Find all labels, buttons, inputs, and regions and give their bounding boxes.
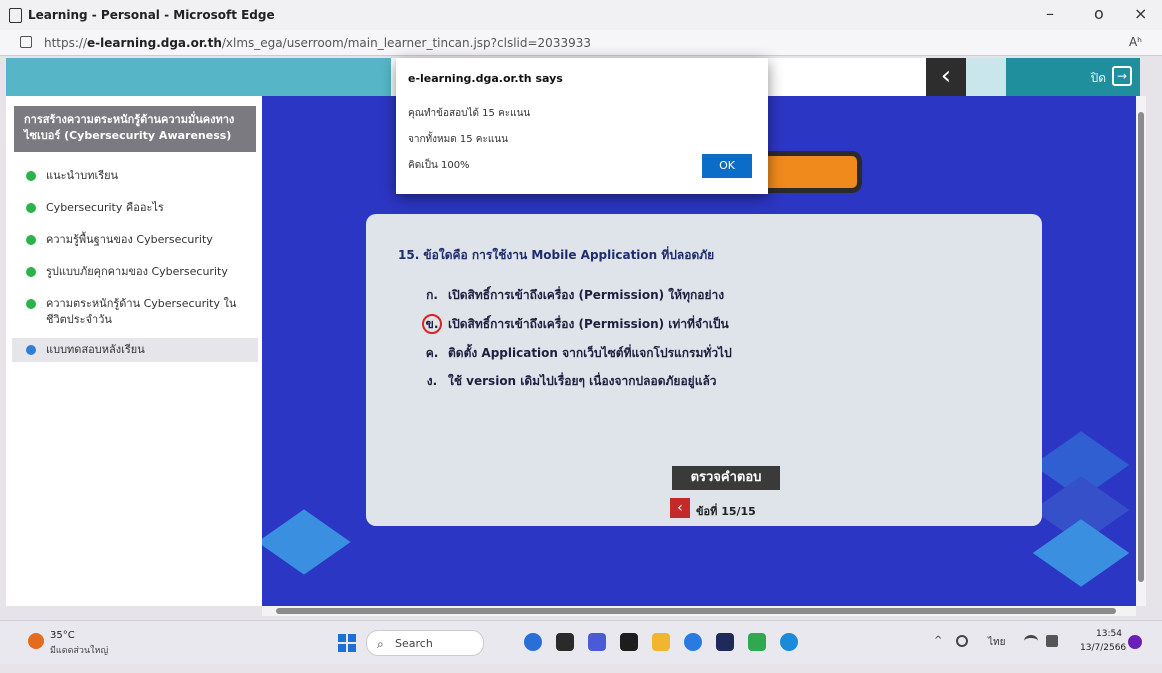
sidebar-item-basics[interactable]: ความรู้พื้นฐานของ Cybersecurity bbox=[12, 232, 258, 248]
minimize-button[interactable]: – bbox=[1046, 4, 1054, 23]
sidebar-item-label: ความตระหนักรู้ด้าน Cybersecurity ในชีวิต… bbox=[46, 297, 237, 326]
question-text: 15. ข้อใดคือ การใช้งาน Mobile Applicatio… bbox=[398, 248, 715, 262]
complete-status-dot bbox=[26, 299, 36, 309]
back-button[interactable]: ‹ bbox=[926, 58, 966, 96]
close-window-button[interactable]: × bbox=[1134, 4, 1147, 23]
answer-option-a[interactable]: ก. เปิดสิทธิ์การเข้าถึงเครื่อง (Permissio… bbox=[422, 286, 724, 305]
input-language[interactable]: ไทย bbox=[988, 635, 1005, 650]
notification-icon[interactable] bbox=[1128, 635, 1142, 649]
zoom-icon[interactable] bbox=[716, 633, 734, 651]
taskbar-search[interactable]: ⌕ Search bbox=[366, 630, 484, 656]
volume-icon[interactable] bbox=[1046, 635, 1058, 647]
widgets-icon[interactable] bbox=[620, 633, 638, 651]
course-title: การสร้างความตระหนักรู้ด้านความมั่นคงทางไ… bbox=[14, 106, 256, 152]
search-icon: ⌕ bbox=[377, 637, 384, 651]
taskbar: 35°C มีแดดส่วนใหญ่ ⌕ Search ^ ไทย 13:54 … bbox=[0, 620, 1162, 664]
exit-icon[interactable]: → bbox=[1112, 66, 1132, 86]
ok-button[interactable]: OK bbox=[702, 154, 752, 178]
window-title: Learning - Personal - Microsoft Edge bbox=[28, 8, 275, 22]
sidebar-item-label: แนะนำบทเรียน bbox=[46, 169, 119, 182]
address-bar[interactable]: https://e-learning.dga.or.th/xlms_ega/us… bbox=[0, 30, 1162, 56]
clock-date[interactable]: 13/7/2566 bbox=[1080, 643, 1126, 653]
wifi-icon[interactable] bbox=[1024, 635, 1038, 647]
header-actions: ปิด → bbox=[1006, 58, 1140, 96]
sidebar-item-post-test[interactable]: แบบทดสอบหลังเรียน bbox=[12, 338, 258, 362]
answer-option-d[interactable]: ง. ใช้ version เดิมไปเรื่อยๆ เนื่องจากปลอ… bbox=[422, 372, 717, 391]
percent-line: คิดเป็น 100% bbox=[408, 160, 470, 171]
clock-time[interactable]: 13:54 bbox=[1096, 629, 1122, 639]
read-aloud-icon[interactable]: Aʰ bbox=[1129, 35, 1142, 49]
decoration-tile bbox=[262, 509, 351, 575]
onedrive-icon[interactable] bbox=[684, 633, 702, 651]
sidebar-item-label: แบบทดสอบหลังเรียน bbox=[46, 343, 145, 356]
weather-description[interactable]: มีแดดส่วนใหญ่ bbox=[50, 643, 108, 657]
complete-status-dot bbox=[26, 267, 36, 277]
question-counter: ข้อที่ 15/15 bbox=[696, 505, 756, 518]
tray-overflow-icon[interactable]: ^ bbox=[934, 635, 942, 646]
dialog-title: e-learning.dga.or.th says bbox=[408, 72, 563, 85]
selected-answer-mark: ข. bbox=[422, 314, 442, 334]
decoration-stack bbox=[1032, 519, 1130, 587]
url-text[interactable]: https://e-learning.dga.or.th/xlms_ega/us… bbox=[44, 36, 591, 50]
dialog-message: คุณทำข้อสอบได้ 15 คะแนน จากทั้งหมด 15 คะ… bbox=[408, 94, 530, 185]
complete-status-dot bbox=[26, 203, 36, 213]
maximize-button[interactable]: o bbox=[1094, 4, 1104, 23]
close-course-label[interactable]: ปิด bbox=[1091, 69, 1106, 88]
weather-temperature[interactable]: 35°C bbox=[50, 630, 75, 641]
total-line: จากทั้งหมด 15 คะแนน bbox=[408, 134, 508, 145]
window-titlebar: Learning - Personal - Microsoft Edge – o… bbox=[0, 0, 1162, 30]
previous-question-button[interactable]: ‹ bbox=[670, 498, 690, 518]
bing-icon[interactable] bbox=[524, 633, 542, 651]
complete-status-dot bbox=[26, 171, 36, 181]
horizontal-scrollbar[interactable] bbox=[262, 606, 1136, 616]
check-answer-button[interactable]: ตรวจคำตอบ bbox=[672, 466, 780, 490]
search-placeholder: Search bbox=[395, 637, 433, 650]
sidebar-item-label: Cybersecurity คืออะไร bbox=[46, 201, 164, 214]
header-spacer bbox=[966, 58, 1006, 96]
meet-icon[interactable] bbox=[588, 633, 606, 651]
complete-status-dot bbox=[26, 235, 36, 245]
sidebar-item-label: รูปแบบภัยคุกคามของ Cybersecurity bbox=[46, 265, 228, 278]
sidebar-item-label: ความรู้พื้นฐานของ Cybersecurity bbox=[46, 233, 213, 246]
vertical-scroll-thumb[interactable] bbox=[1138, 112, 1144, 582]
answer-option-b[interactable]: ข. เปิดสิทธิ์การเข้าถึงเครื่อง (Permissio… bbox=[422, 314, 729, 334]
document-icon bbox=[9, 8, 22, 23]
sidebar-item-threats[interactable]: รูปแบบภัยคุกคามของ Cybersecurity bbox=[12, 264, 258, 280]
vertical-scrollbar[interactable] bbox=[1136, 96, 1146, 606]
answer-option-c[interactable]: ค. ติดตั้ง Application จากเว็บไซต์ที่แจกโ… bbox=[422, 344, 732, 363]
file-explorer-icon[interactable] bbox=[652, 633, 670, 651]
sidebar-item-what-is-cybersecurity[interactable]: Cybersecurity คืออะไร bbox=[12, 200, 258, 216]
sidebar-item-introduction[interactable]: แนะนำบทเรียน bbox=[12, 168, 258, 184]
score-line: คุณทำข้อสอบได้ 15 คะแนน bbox=[408, 108, 531, 119]
line-icon[interactable] bbox=[748, 633, 766, 651]
page-info-icon[interactable] bbox=[20, 36, 32, 48]
current-status-dot bbox=[26, 345, 36, 355]
alert-dialog: e-learning.dga.or.th says คุณทำข้อสอบได้… bbox=[396, 58, 768, 194]
lesson-sidebar: การสร้างความตระหนักรู้ด้านความมั่นคงทางไ… bbox=[6, 96, 262, 606]
question-panel: 15. ข้อใดคือ การใช้งาน Mobile Applicatio… bbox=[366, 214, 1042, 526]
edge-icon[interactable] bbox=[780, 633, 798, 651]
start-icon[interactable] bbox=[338, 634, 356, 652]
weather-icon[interactable] bbox=[28, 633, 44, 649]
cloud-status-icon[interactable] bbox=[956, 635, 968, 647]
sidebar-item-awareness[interactable]: ความตระหนักรู้ด้าน Cybersecurity ในชีวิต… bbox=[12, 296, 242, 328]
horizontal-scroll-thumb[interactable] bbox=[276, 608, 1116, 614]
task-view-icon[interactable] bbox=[556, 633, 574, 651]
